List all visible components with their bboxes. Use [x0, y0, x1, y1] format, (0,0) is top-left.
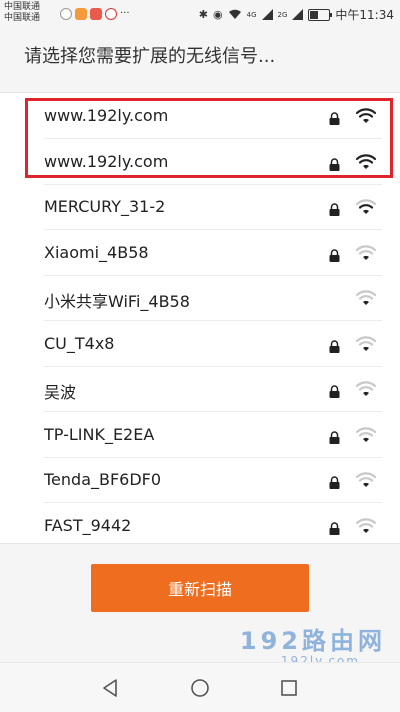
- carrier-1: 中国联通: [4, 2, 41, 12]
- network-badge-1: 4G: [246, 10, 257, 19]
- network-row[interactable]: Tenda_BF6DF0: [0, 457, 400, 503]
- status-bar: 中国联通 中国联通 ··· ✱ ◉ 4G 2G 中午11:34: [0, 0, 400, 28]
- network-row[interactable]: 小米共享WiFi_4B58: [0, 275, 400, 321]
- lock-icon: [329, 520, 340, 535]
- network-ssid: 吴波: [44, 383, 77, 402]
- wifi-icon: [355, 290, 377, 306]
- bluetooth-icon: ✱: [198, 8, 209, 21]
- status-right: ✱ ◉ 4G 2G 中午11:34: [199, 6, 394, 23]
- page-header: 请选择您需要扩展的无线信号...: [0, 28, 400, 88]
- home-icon[interactable]: [190, 678, 210, 698]
- page-title: 请选择您需要扩展的无线信号...: [24, 46, 276, 67]
- lock-icon: [329, 474, 340, 489]
- wifi-icon: [355, 381, 377, 397]
- watermark-main: 192路由网: [239, 627, 386, 655]
- lock-icon: [329, 247, 340, 262]
- network-ssid: MERCURY_31-2: [44, 197, 166, 216]
- cell-signal-icon: [261, 9, 273, 20]
- network-row[interactable]: CU_T4x8: [0, 321, 400, 367]
- carrier-labels: 中国联通 中国联通: [4, 2, 40, 24]
- recent-apps-icon[interactable]: [280, 679, 298, 697]
- wifi-icon: [355, 335, 377, 352]
- navigation-bar: [0, 662, 400, 712]
- network-row[interactable]: Xiaomi_4B58: [0, 230, 400, 276]
- network-ssid: FAST_9442: [44, 515, 132, 535]
- weibo-notification-icon: [105, 8, 117, 20]
- lock-icon: [329, 429, 340, 444]
- network-ssid: TP-LINK_E2EA: [44, 424, 155, 444]
- network-ssid: CU_T4x8: [44, 333, 115, 353]
- app-notification-icon: [90, 8, 102, 20]
- network-row[interactable]: FAST_9442: [0, 503, 400, 549]
- lock-icon: [329, 383, 340, 398]
- lock-icon: [329, 338, 340, 353]
- network-row[interactable]: 吴波: [0, 366, 400, 412]
- network-ssid: Tenda_BF6DF0: [44, 470, 162, 489]
- network-row[interactable]: MERCURY_31-2: [0, 184, 400, 230]
- wifi-status-icon: [228, 9, 241, 19]
- wechat-notification-icon: [60, 8, 72, 20]
- wifi-icon: [355, 472, 377, 488]
- wifi-icon: [355, 517, 377, 534]
- back-icon[interactable]: [100, 678, 120, 698]
- app-notification-icon: [75, 8, 87, 20]
- watermark: 192路由网 192ly.com: [240, 621, 386, 668]
- network-badge-2: 2G: [277, 10, 288, 19]
- lock-icon: [329, 201, 340, 216]
- eye-comfort-icon: ◉: [213, 8, 223, 21]
- network-ssid: Xiaomi_4B58: [44, 242, 149, 262]
- status-time: 中午11:34: [335, 8, 394, 22]
- more-notifications-icon: ···: [120, 8, 130, 19]
- cell-signal-icon: [292, 9, 304, 20]
- battery-icon: [308, 8, 333, 21]
- rescan-button[interactable]: 重新扫描: [91, 564, 309, 612]
- wifi-icon: [355, 244, 377, 261]
- network-ssid: 小米共享WiFi_4B58: [44, 292, 190, 311]
- network-row[interactable]: TP-LINK_E2EA: [0, 412, 400, 458]
- carrier-2: 中国联通: [4, 13, 41, 23]
- wifi-icon: [355, 426, 377, 443]
- wifi-icon: [355, 199, 377, 215]
- notification-icons: ···: [60, 8, 134, 20]
- highlight-box: [25, 98, 393, 178]
